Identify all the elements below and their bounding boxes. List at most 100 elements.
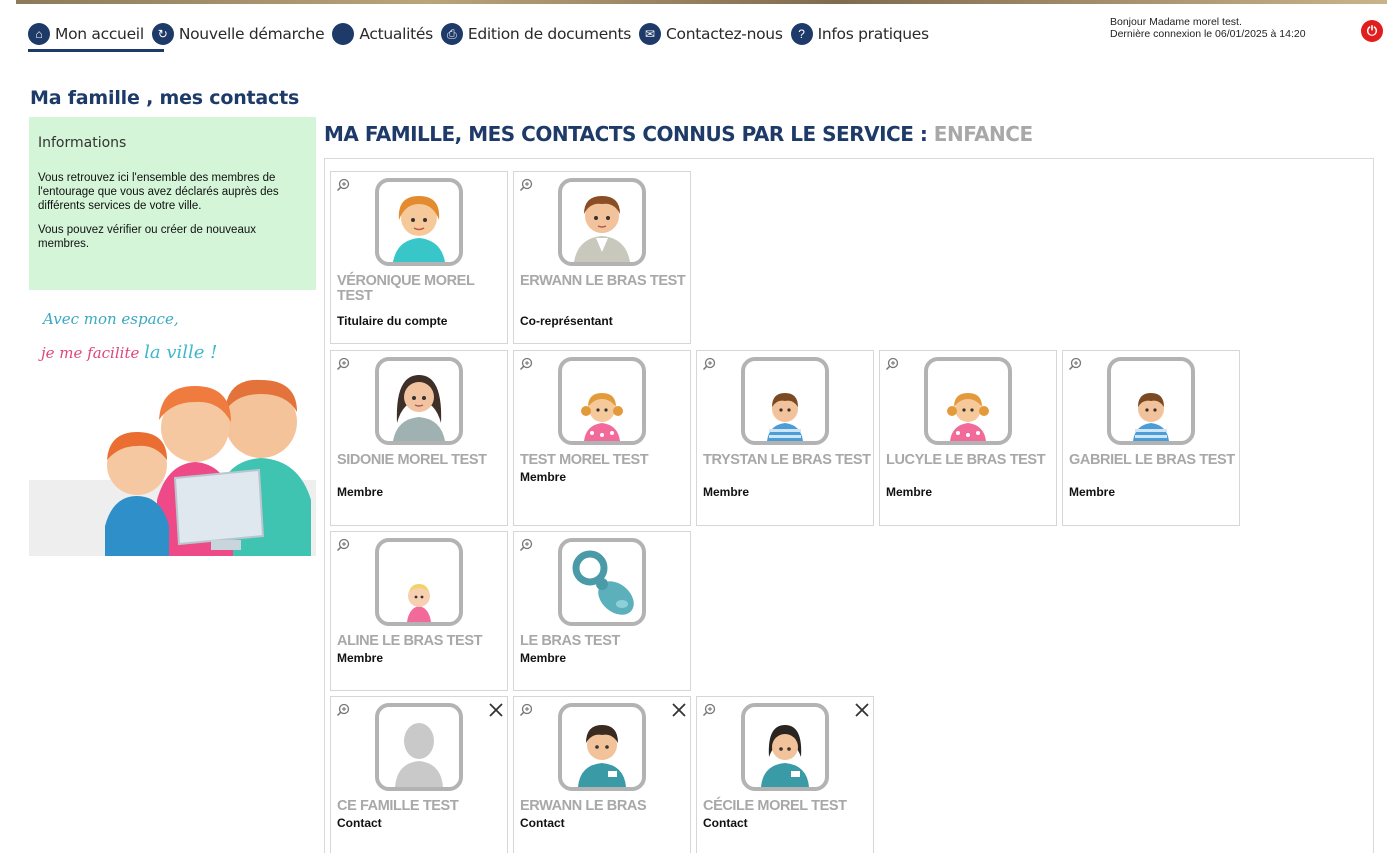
member-card-trystan[interactable]: TRYSTAN LE BRAS TEST Membre (696, 350, 874, 526)
new-request-icon: ↻ (151, 23, 174, 45)
member-card-test-morel[interactable]: TEST MOREL TEST Membre (513, 350, 691, 526)
baby-avatar (375, 538, 463, 626)
zoom-icon[interactable] (702, 703, 716, 717)
contact-card-erwann[interactable]: ERWANN LE BRAS Contact (513, 696, 691, 853)
close-icon[interactable] (487, 701, 505, 719)
girl-avatar (558, 357, 646, 445)
member-name: GABRIEL LE BRAS TEST (1069, 452, 1235, 468)
contact-man-avatar (558, 703, 646, 791)
zoom-icon[interactable] (336, 357, 350, 371)
member-card-veronique[interactable]: VÉRONIQUE MOREL TEST Titulaire du compte (330, 171, 508, 344)
zoom-icon[interactable] (702, 357, 716, 371)
member-name: ALINE LE BRAS TEST (337, 633, 483, 649)
nav-home[interactable]: ⌂ Mon accueil (28, 23, 144, 45)
nav-home-label: Mon accueil (55, 25, 144, 43)
member-card-lucyle[interactable]: LUCYLE LE BRAS TEST Membre (879, 350, 1057, 526)
printer-icon: ⎙ (440, 23, 463, 45)
boy-avatar (1107, 357, 1195, 445)
zoom-icon[interactable] (336, 538, 350, 552)
home-icon: ⌂ (28, 23, 50, 45)
zoom-icon[interactable] (519, 538, 533, 552)
member-role: Membre (886, 485, 933, 499)
zoom-icon[interactable] (336, 178, 350, 192)
top-decorative-strip (16, 0, 1387, 4)
member-role: Membre (520, 651, 567, 665)
member-role: Membre (703, 485, 750, 499)
woman-avatar (375, 178, 463, 266)
girl-avatar (924, 357, 1012, 445)
woman-dark-hair-avatar (375, 357, 463, 445)
contact-woman-avatar (741, 703, 829, 791)
member-name: SIDONIE MOREL TEST (337, 452, 487, 468)
member-card-gabriel[interactable]: GABRIEL LE BRAS TEST Membre (1062, 350, 1240, 526)
zoom-icon[interactable] (519, 178, 533, 192)
member-name: LE BRAS TEST (520, 633, 620, 649)
zoom-icon[interactable] (519, 357, 533, 371)
member-card-erwann[interactable]: ERWANN LE BRAS TEST Co-représentant (513, 171, 691, 344)
main-nav: ⌂ Mon accueil ↻ Nouvelle démarche Actual… (28, 18, 937, 50)
member-name: TRYSTAN LE BRAS TEST (703, 452, 871, 468)
info-text-1: Vous retrouvez ici l'ensemble des membre… (38, 172, 279, 212)
member-name: ERWANN LE BRAS TEST (520, 273, 686, 289)
close-icon[interactable] (853, 701, 871, 719)
member-name: TEST MOREL TEST (520, 452, 649, 468)
section-title-text: MA FAMILLE, MES CONTACTS CONNUS PAR LE S… (324, 122, 934, 146)
page-title: Ma famille , mes contacts (30, 87, 300, 109)
member-name: LUCYLE LE BRAS TEST (886, 452, 1046, 468)
power-icon: ⏻ (1366, 23, 1378, 38)
member-role: Titulaire du compte (337, 314, 448, 328)
nav-new-request[interactable]: ↻ Nouvelle démarche (151, 23, 325, 45)
zoom-icon[interactable] (519, 703, 533, 717)
boy-avatar (741, 357, 829, 445)
contact-name: CE FAMILLE TEST (337, 798, 459, 814)
member-card-sidonie[interactable]: SIDONIE MOREL TEST Membre (330, 350, 508, 526)
member-role: Membre (337, 485, 384, 499)
info-text-2: Vous pouvez vérifier ou créer de nouveau… (38, 224, 256, 250)
service-name: ENFANCE (933, 122, 1033, 146)
nav-infos-label: Infos pratiques (817, 25, 930, 43)
contact-role: Contact (520, 816, 565, 830)
active-nav-underline (28, 49, 164, 52)
man-avatar (558, 178, 646, 266)
member-name: VÉRONIQUE MOREL TEST (337, 273, 475, 304)
mail-icon: ✉ (639, 23, 662, 45)
zoom-icon[interactable] (885, 357, 899, 371)
nav-news-label: Actualités (359, 25, 433, 43)
zoom-icon[interactable] (336, 703, 350, 717)
info-title: Informations (38, 135, 127, 151)
news-icon (332, 23, 355, 45)
user-greeting: Bonjour Madame morel test. Dernière conn… (1110, 16, 1306, 40)
logout-button[interactable]: ⏻ (1361, 20, 1383, 42)
info-panel: Informations Vous retrouvez ici l'ensemb… (29, 117, 316, 290)
member-role: Membre (337, 651, 384, 665)
family-members-panel: VÉRONIQUE MOREL TEST Titulaire du compte… (324, 158, 1374, 853)
contact-role: Contact (703, 816, 748, 830)
nav-infos[interactable]: ? Infos pratiques (790, 23, 930, 45)
contact-name: CÉCILE MOREL TEST (703, 798, 847, 814)
contact-name: ERWANN LE BRAS (520, 798, 647, 814)
nav-news[interactable]: Actualités (332, 23, 433, 45)
member-role: Co-représentant (520, 314, 613, 328)
member-card-le-bras[interactable]: LE BRAS TEST Membre (513, 531, 691, 691)
contact-role: Contact (337, 816, 382, 830)
greeting-text: Bonjour Madame morel test. (1110, 16, 1242, 28)
nav-contact-label: Contactez-nous (666, 25, 783, 43)
nav-documents-label: Edition de documents (467, 25, 632, 43)
zoom-icon[interactable] (1068, 357, 1082, 371)
nav-new-request-label: Nouvelle démarche (178, 25, 325, 43)
family-illustration (29, 379, 316, 556)
contact-card-cecile[interactable]: CÉCILE MOREL TEST Contact (696, 696, 874, 853)
lightbulb-icon: ? (790, 23, 813, 45)
nav-contact[interactable]: ✉ Contactez-nous (639, 23, 783, 45)
silhouette-avatar (375, 703, 463, 791)
last-login-text: Dernière connexion le 06/01/2025 à 14:20 (1110, 28, 1306, 40)
member-role: Membre (520, 470, 567, 484)
contact-card-ce-famille[interactable]: CE FAMILLE TEST Contact (330, 696, 508, 853)
member-role: Membre (1069, 485, 1116, 499)
member-card-aline[interactable]: ALINE LE BRAS TEST Membre (330, 531, 508, 691)
nav-documents[interactable]: ⎙ Edition de documents (440, 23, 632, 45)
promo-banner: Avec mon espace, je me facilite la ville… (29, 300, 316, 556)
close-icon[interactable] (670, 701, 688, 719)
section-title: MA FAMILLE, MES CONTACTS CONNUS PAR LE S… (324, 122, 1033, 146)
pacifier-avatar (558, 538, 646, 626)
